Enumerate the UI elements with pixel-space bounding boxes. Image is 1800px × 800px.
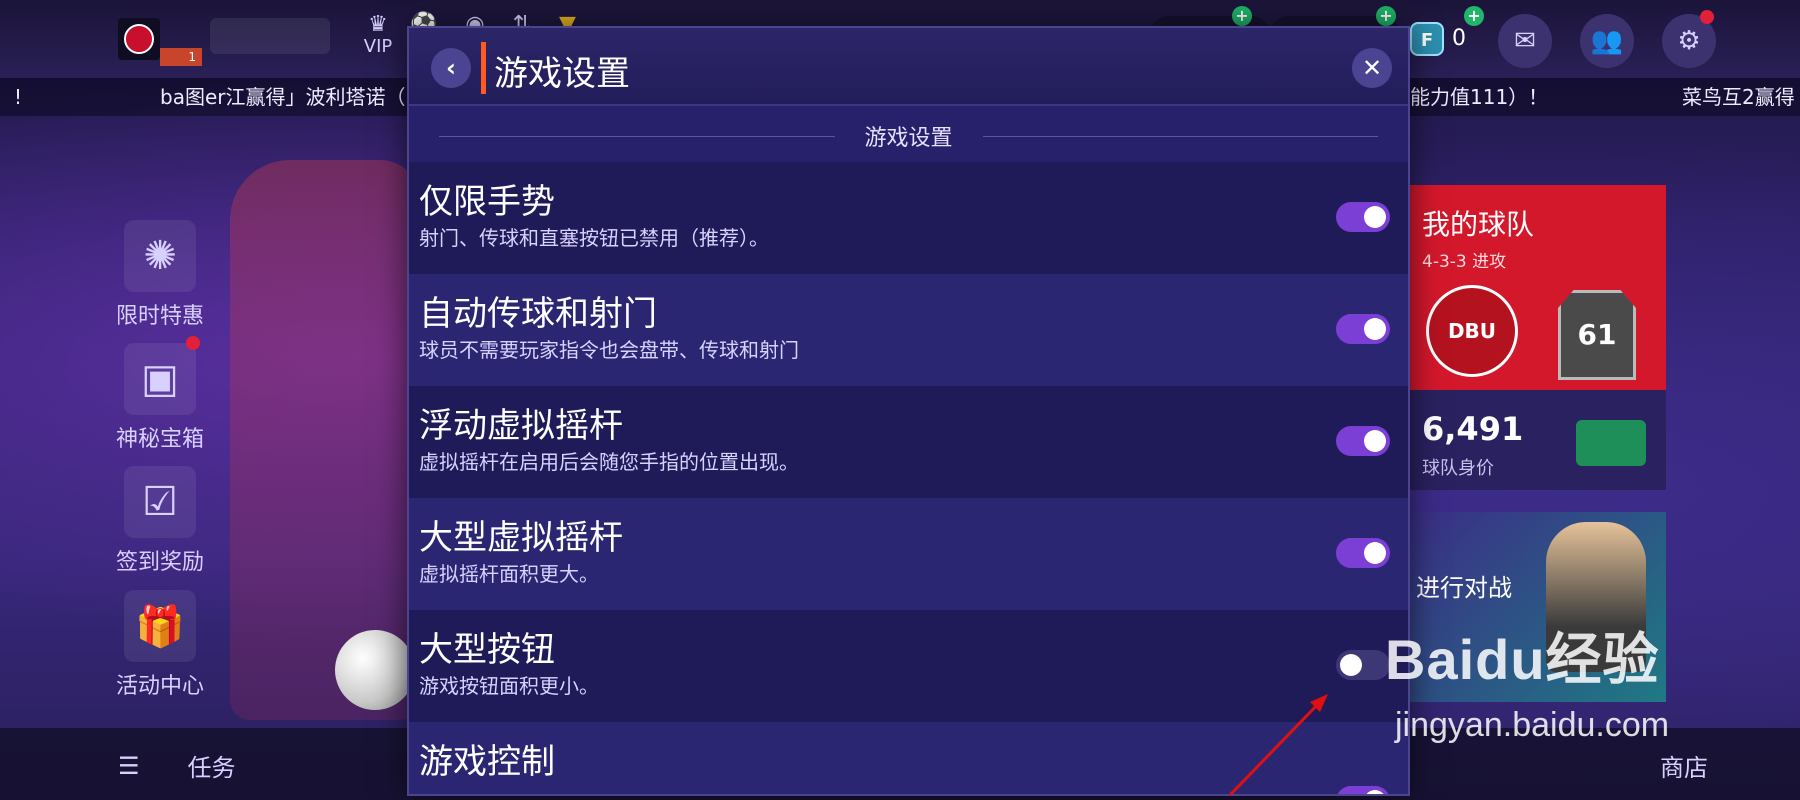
setting-desc: 球员不需要玩家指令也会盘带、传球和射门 xyxy=(419,338,799,362)
back-button[interactable]: ‹ xyxy=(431,48,471,88)
side-menu-events[interactable]: 🎁 活动中心 xyxy=(110,590,210,700)
cash-icon xyxy=(1576,420,1646,466)
toggle-auto-pass-shoot[interactable] xyxy=(1336,314,1390,344)
annotation-arrow xyxy=(1228,694,1328,797)
setting-desc: 虚拟摇杆面积更大。 xyxy=(419,562,599,586)
player-name-blurred xyxy=(210,18,330,54)
close-icon: ✕ xyxy=(1361,54,1383,82)
side-menu-limited-offer[interactable]: ✺ 限时特惠 xyxy=(110,220,210,330)
section-header: 游戏设置 xyxy=(409,116,1408,156)
toggle-knob xyxy=(1340,654,1362,676)
mail-button[interactable]: ✉ xyxy=(1498,14,1552,68)
modal-title: 游戏设置 xyxy=(494,54,630,94)
divider-line xyxy=(982,135,1379,137)
task-list-icon: ☰ xyxy=(118,751,140,780)
side-menu-label: 限时特惠 xyxy=(115,304,204,329)
tasks-button[interactable]: ☰ 任务 xyxy=(118,748,236,783)
side-menu-check-in[interactable]: ☑ 签到奖励 xyxy=(110,466,210,576)
baidu-logo: Baidu经验 xyxy=(1385,628,1660,691)
f-points-count: 0 xyxy=(1452,26,1466,51)
toggle-floating-joystick[interactable] xyxy=(1336,426,1390,456)
vip-label: VIP xyxy=(363,36,393,57)
setting-desc: 游戏按钮面积更小。 xyxy=(419,674,599,698)
team-rating-badge: 61 xyxy=(1558,290,1636,380)
section-label: 游戏设置 xyxy=(864,126,953,151)
match-panel-label: 进行对战 xyxy=(1416,574,1512,602)
club-badge[interactable] xyxy=(118,18,160,60)
game-settings-modal: ‹ 游戏设置 ✕ 游戏设置 仅限手势 射门、传球和直塞按钮已禁用（推荐）。 自动… xyxy=(407,26,1410,796)
toggle-knob xyxy=(1364,430,1386,452)
gift-fifa-icon: 🎁 xyxy=(124,590,196,662)
side-menu-label: 活动中心 xyxy=(115,674,204,699)
toggle-gesture-only[interactable] xyxy=(1336,202,1390,232)
add-currency-3-button[interactable]: + xyxy=(1464,6,1484,26)
football-image xyxy=(335,630,415,710)
setting-desc: 射门、传球和直塞按钮已禁用（推荐）。 xyxy=(419,226,769,250)
club-crest-icon xyxy=(124,24,154,54)
vip-button[interactable]: ♛ VIP xyxy=(358,12,398,58)
divider-line xyxy=(439,135,835,137)
level-tag: 1 xyxy=(160,48,202,66)
friends-button[interactable]: 👥 xyxy=(1580,14,1634,68)
baidu-watermark: Baidu经验 jingyan.baidu.com xyxy=(1385,615,1725,765)
modal-header: ‹ 游戏设置 ✕ xyxy=(409,28,1408,106)
side-menu-label: 签到奖励 xyxy=(115,550,204,575)
tasks-label: 任务 xyxy=(187,754,236,782)
notification-dot xyxy=(1700,10,1714,24)
toggle-knob xyxy=(1364,542,1386,564)
team-value-box: 6,491 球队身价 xyxy=(1408,390,1666,490)
setting-title: 游戏控制 xyxy=(419,742,555,782)
aperture-icon: ✺ xyxy=(124,220,196,292)
setting-title: 自动传球和射门 xyxy=(419,294,657,334)
setting-title: 浮动虚拟摇杆 xyxy=(419,406,623,446)
f-points-icon: F xyxy=(1410,22,1444,56)
my-team-panel[interactable]: 我的球队 4-3-3 进攻 DBU 61 6,491 球队身价 xyxy=(1408,185,1666,490)
add-currency-2-button[interactable]: + xyxy=(1376,6,1396,26)
side-menu-label: 神秘宝箱 xyxy=(115,427,204,452)
setting-desc: 虚拟摇杆在启用后会随您手指的位置出现。 xyxy=(419,450,799,474)
setting-title: 大型虚拟摇杆 xyxy=(419,518,623,558)
ticker-message-left: ba图er江赢得」波利塔诺（ xyxy=(160,85,406,109)
setting-row-floating-joystick: 浮动虚拟摇杆 虚拟摇杆在启用后会随您手指的位置出现。 xyxy=(409,386,1408,498)
team-formation: 4-3-3 进攻 xyxy=(1422,252,1507,272)
mail-icon: ✉ xyxy=(1514,26,1536,56)
ticker-message-right: 菜鸟互2赢得 xyxy=(1682,85,1795,109)
baidu-url: jingyan.baidu.com xyxy=(1395,706,1670,744)
gear-icon: ⚙ xyxy=(1677,26,1701,56)
treasure-chest-icon: ▣ xyxy=(124,343,196,415)
friends-icon: 👥 xyxy=(1590,26,1624,56)
toggle-large-joystick[interactable] xyxy=(1336,538,1390,568)
calendar-check-icon: ☑ xyxy=(124,466,196,538)
toggle-game-controls[interactable] xyxy=(1336,786,1390,794)
side-menu-mystery-box[interactable]: ▣ 神秘宝箱 xyxy=(110,343,210,453)
setting-row-auto-pass-shoot: 自动传球和射门 球员不需要玩家指令也会盘带、传球和射门 xyxy=(409,274,1408,386)
setting-title: 大型按钮 xyxy=(419,630,555,670)
setting-row-gesture-only: 仅限手势 射门、传球和直塞按钮已禁用（推荐）。 xyxy=(409,162,1408,274)
title-accent-bar xyxy=(481,42,486,94)
team-value: 6,491 xyxy=(1422,410,1524,448)
setting-title: 仅限手势 xyxy=(419,182,555,222)
chevron-left-icon: ‹ xyxy=(446,54,456,82)
notification-dot xyxy=(186,336,200,350)
close-button[interactable]: ✕ xyxy=(1352,48,1392,88)
toggle-knob xyxy=(1364,318,1386,340)
crown-icon: ♛ xyxy=(368,12,388,37)
team-crest: DBU xyxy=(1426,285,1518,377)
team-panel-title: 我的球队 xyxy=(1422,208,1535,241)
setting-row-large-joystick: 大型虚拟摇杆 虚拟摇杆面积更大。 xyxy=(409,498,1408,610)
toggle-large-buttons[interactable] xyxy=(1336,650,1390,680)
ticker-message-mid: 能力值111）！ xyxy=(1410,85,1549,109)
toggle-knob xyxy=(1364,206,1386,228)
toggle-knob xyxy=(1364,790,1386,794)
team-value-label: 球队身价 xyxy=(1422,458,1494,479)
ticker-excl: ! xyxy=(14,85,23,109)
add-currency-1-button[interactable]: + xyxy=(1232,6,1252,26)
